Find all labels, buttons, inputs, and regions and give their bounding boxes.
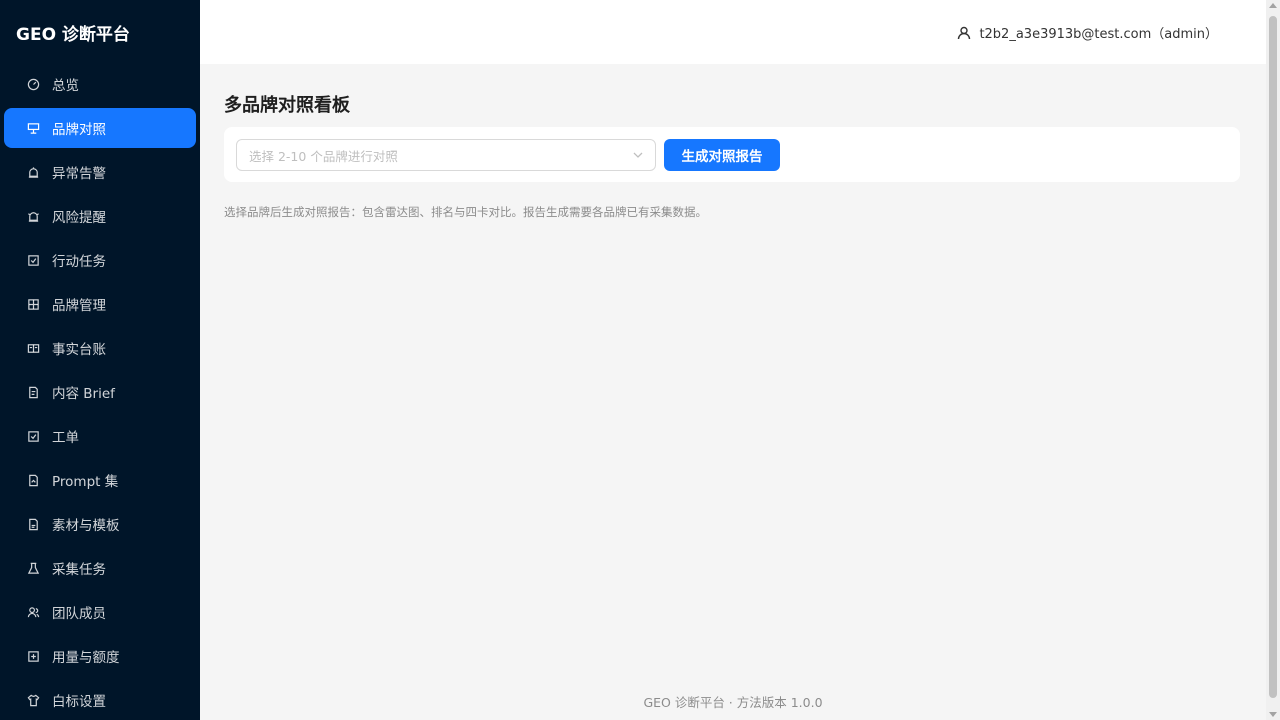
select-placeholder: 选择 2-10 个品牌进行对照 [249,148,398,164]
sidebar-item-label: 团队成员 [52,606,106,622]
user-icon [958,26,971,39]
sidebar-item-label: 采集任务 [52,562,106,578]
ticket-icon [26,429,40,443]
vertical-scrollbar[interactable] [1266,0,1280,720]
user-account-label: t2b2_a3e3913b@test.com（admin） [979,27,1218,42]
sidebar-item-anomaly-alerts[interactable]: 异常告警 [4,152,196,192]
scroll-up-arrow-icon[interactable] [1269,3,1277,8]
hint-text: 选择品牌后生成对照报告：包含雷达图、排名与四卡对比。报告生成需要各品牌已有采集数… [224,205,707,219]
brand-selector-card: 选择 2-10 个品牌进行对照 生成对照报告 [224,127,1240,182]
document-icon [26,473,40,487]
sidebar-item-risk-reminders[interactable]: 风险提醒 [4,196,196,236]
sidebar-item-usage-quota[interactable]: 用量与额度 [4,636,196,676]
sidebar-item-label: 总览 [52,78,79,94]
sidebar-item-whitelabel-settings[interactable]: 白标设置 [4,680,196,720]
scrollbar-thumb[interactable] [1269,16,1277,698]
sidebar-item-label: 品牌对照 [52,122,106,138]
sidebar-item-brand-compare[interactable]: 品牌对照 [4,108,196,148]
scroll-down-arrow-icon[interactable] [1269,712,1277,717]
sidebar-item-label: 用量与额度 [52,650,120,666]
sidebar-item-overview[interactable]: 总览 [4,64,196,104]
sidebar: GEO 诊断平台 总览 品牌对照 异常告警 风险提醒 行动任务 品牌管理 事实台… [0,0,200,720]
sidebar-item-assets-templates[interactable]: 素材与模板 [4,504,196,544]
sidebar-item-label: 内容 Brief [52,386,115,402]
sidebar-item-label: 素材与模板 [52,518,120,534]
sidebar-item-label: 工单 [52,430,79,446]
quota-icon [26,649,40,663]
file-icon [26,517,40,531]
sidebar-item-team-members[interactable]: 团队成员 [4,592,196,632]
sidebar-item-label: Prompt 集 [52,474,119,490]
app-logo-title: GEO 诊断平台 [16,24,130,45]
footer: GEO 诊断平台 · 方法版本 1.0.0 [643,695,823,710]
page-title: 多品牌对照看板 [224,95,350,116]
sidebar-item-prompt-sets[interactable]: Prompt 集 [4,460,196,500]
sidebar-item-label: 事实台账 [52,342,106,358]
alert-icon [26,165,40,179]
generate-report-button[interactable]: 生成对照报告 [664,139,780,171]
sidebar-item-content-brief[interactable]: 内容 Brief [4,372,196,412]
flask-icon [26,561,40,575]
brand-multi-select[interactable]: 选择 2-10 个品牌进行对照 [236,139,656,171]
team-icon [26,605,40,619]
ledger-icon [26,341,40,355]
sidebar-item-label: 品牌管理 [52,298,106,314]
sidebar-item-tickets[interactable]: 工单 [4,416,196,456]
grid-icon [26,297,40,311]
chevron-down-icon [632,149,644,161]
checkbox-icon [26,253,40,267]
main-content: 多品牌对照看板 选择 2-10 个品牌进行对照 生成对照报告 选择品牌后生成对照… [200,64,1266,720]
sidebar-item-fact-ledger[interactable]: 事实台账 [4,328,196,368]
sidebar-menu: 总览 品牌对照 异常告警 风险提醒 行动任务 品牌管理 事实台账 内容 Brie… [0,64,200,720]
warning-icon [26,209,40,223]
sidebar-item-label: 白标设置 [52,694,106,710]
top-header: t2b2_a3e3913b@test.com（admin） [200,0,1266,64]
brief-icon [26,385,40,399]
sidebar-item-action-tasks[interactable]: 行动任务 [4,240,196,280]
dashboard-icon [26,77,40,91]
user-menu[interactable]: t2b2_a3e3913b@test.com（admin） [957,23,1218,42]
compare-icon [26,121,40,135]
skin-icon [26,693,40,707]
sidebar-item-collection-tasks[interactable]: 采集任务 [4,548,196,588]
sidebar-item-label: 风险提醒 [52,210,106,226]
sidebar-item-label: 异常告警 [52,166,106,182]
sidebar-item-label: 行动任务 [52,254,106,270]
sidebar-item-brand-management[interactable]: 品牌管理 [4,284,196,324]
